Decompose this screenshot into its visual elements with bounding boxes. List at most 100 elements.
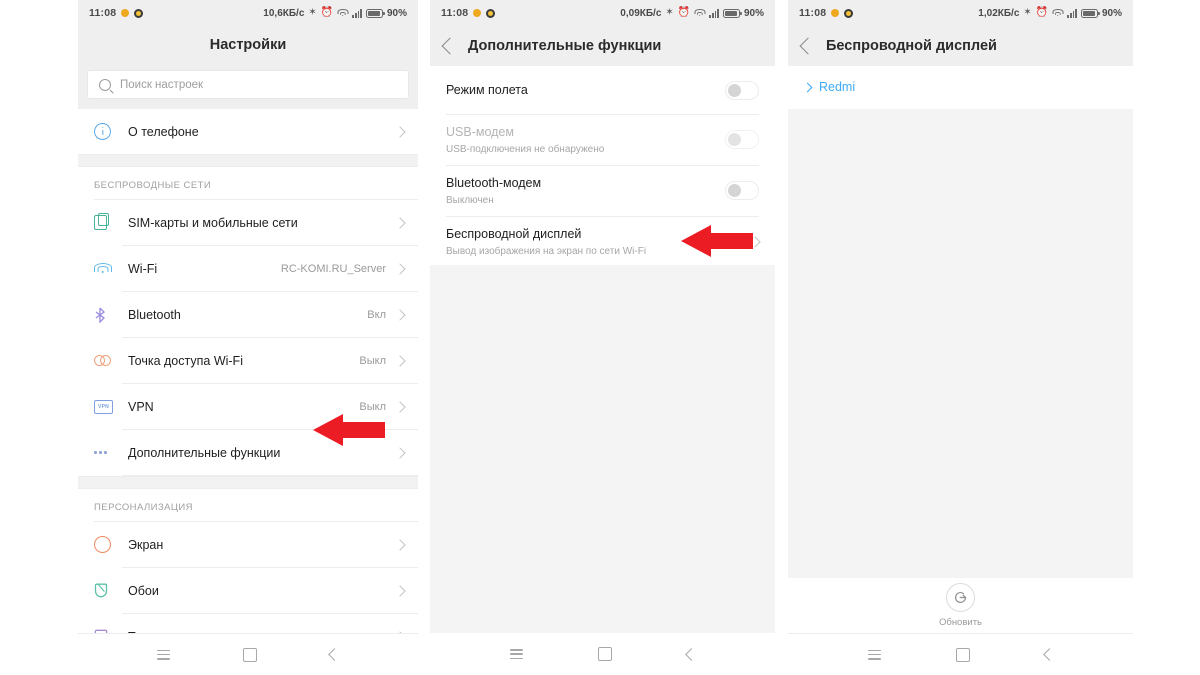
signal-status-icon (1067, 8, 1077, 18)
battery-icon (365, 8, 385, 18)
sidebar-item-display[interactable]: Экран (78, 522, 418, 567)
sidebar-item-bluetooth[interactable]: Bluetooth Вкл (78, 292, 418, 337)
wifi-status-icon (694, 8, 706, 18)
status-bar-left: 11:08 (441, 7, 496, 19)
network-speed: 10,6КБ/c (263, 7, 305, 19)
display-icon (94, 536, 122, 553)
search-placeholder: Поиск настроек (120, 78, 204, 91)
status-bar-panel1: 11:08 10,6КБ/c ✶ ⏰ 90% (78, 0, 418, 26)
search-icon (99, 78, 111, 91)
home-icon[interactable] (242, 647, 257, 662)
device-name: Redmi (819, 80, 856, 94)
empty-area (430, 265, 775, 633)
sidebar-item-label: Точка доступа Wi-Fi (128, 353, 243, 368)
section-header-wireless: БЕСПРОВОДНЫЕ СЕТИ (78, 167, 418, 199)
chevron-right-icon (394, 538, 406, 551)
bluetooth-status-icon: ✶ (1023, 7, 1032, 18)
airplane-mode-toggle[interactable] (725, 80, 759, 100)
bluetooth-status-icon: ✶ (308, 7, 317, 18)
battery-icon (722, 8, 742, 18)
back-icon[interactable] (684, 647, 698, 661)
back-arrow-icon[interactable] (799, 37, 817, 55)
annotation-arrow-additional-functions (313, 414, 385, 446)
sidebar-item-sim-cards[interactable]: SIM-карты и мобильные сети (78, 200, 418, 245)
row-text: USB-модем USB-подключения не обнаружено (446, 124, 725, 156)
navigation-bar-panel2 (430, 633, 775, 675)
phone-screen-additional-functions: 11:08 0,09КБ/c ✶ ⏰ 90% Дополнительные фу… (430, 0, 775, 675)
sidebar-item-label: Дополнительные функции (128, 445, 281, 460)
chevron-right-icon (394, 584, 406, 597)
panel3-titlebar: Беспроводной дисплей (788, 26, 1133, 66)
status-bar-panel2: 11:08 0,09КБ/c ✶ ⏰ 90% (430, 0, 775, 26)
row-airplane-mode[interactable]: Режим полета (430, 66, 775, 114)
back-icon[interactable] (1042, 648, 1056, 661)
navigation-bar-panel3 (788, 633, 1133, 675)
sidebar-item-label: VPN (128, 399, 154, 414)
battery-percent: 90% (1101, 7, 1122, 19)
chevron-right-icon (394, 446, 406, 459)
page-title: Настройки (209, 37, 287, 53)
wallpaper-icon (94, 583, 122, 598)
refresh-button[interactable]: Обновить (788, 578, 1133, 633)
phone-screen-wireless-display: 11:08 1,02КБ/c ✶ ⏰ 90% Беспроводной дисп… (788, 0, 1133, 675)
sidebar-item-value: Выкл (359, 400, 386, 413)
sidebar-item-label: О телефоне (128, 124, 199, 139)
back-arrow-icon[interactable] (441, 37, 459, 55)
alarm-status-icon: ⏰ (320, 7, 334, 18)
row-subtitle: Выключен (446, 194, 494, 206)
screenshot-stage: 11:08 10,6КБ/c ✶ ⏰ 90% Настройки Поиск н… (0, 0, 1200, 675)
hotspot-icon (94, 355, 122, 366)
back-icon[interactable] (328, 648, 342, 661)
sidebar-item-wallpaper[interactable]: Обои (78, 568, 418, 613)
panel2-titlebar: Дополнительные функции (430, 26, 775, 66)
search-input[interactable]: Поиск настроек (87, 70, 409, 99)
sidebar-item-value: Выкл (359, 354, 386, 367)
notification-icon-orange (121, 9, 130, 17)
row-usb-tethering: USB-модем USB-подключения не обнаружено (430, 115, 775, 165)
chevron-right-icon (394, 262, 406, 275)
refresh-icon (946, 583, 975, 612)
notification-icon-dark (134, 8, 144, 18)
sidebar-item-label: SIM-карты и мобильные сети (128, 215, 298, 230)
section-header-personalization: ПЕРСОНАЛИЗАЦИЯ (78, 489, 418, 521)
wifi-status-icon (1052, 8, 1064, 18)
chevron-right-icon (802, 82, 813, 92)
battery-percent: 90% (743, 7, 764, 19)
notification-icon-dark (486, 8, 496, 18)
menu-icon[interactable] (156, 649, 170, 660)
chevron-right-icon (394, 125, 406, 138)
status-bar-panel3: 11:08 1,02КБ/c ✶ ⏰ 90% (788, 0, 1133, 26)
notification-icon-dark (844, 8, 854, 18)
status-bar-left: 11:08 (89, 7, 144, 19)
device-entry-redmi[interactable]: Redmi (788, 66, 1133, 107)
sidebar-item-about-phone[interactable]: О телефоне (78, 109, 418, 154)
menu-icon[interactable] (509, 649, 523, 659)
status-bar-right: 1,02КБ/c ✶ ⏰ 90% (978, 8, 1122, 19)
signal-status-icon (352, 8, 362, 18)
alarm-status-icon: ⏰ (1035, 7, 1049, 18)
chevron-right-icon (394, 354, 406, 367)
network-speed: 1,02КБ/c (978, 7, 1020, 19)
phone-screen-settings: 11:08 10,6КБ/c ✶ ⏰ 90% Настройки Поиск н… (78, 0, 418, 675)
row-bluetooth-tethering[interactable]: Bluetooth-модем Выключен (430, 166, 775, 216)
sidebar-item-hotspot[interactable]: Точка доступа Wi-Fi Выкл (78, 338, 418, 383)
chevron-right-icon (394, 308, 406, 321)
status-time: 11:08 (441, 7, 469, 19)
panel1-titlebar: Настройки (78, 26, 418, 64)
bluetooth-tethering-toggle[interactable] (725, 181, 759, 201)
status-bar-left: 11:08 (799, 7, 854, 19)
page-title: Дополнительные функции (468, 38, 662, 54)
battery-percent: 90% (386, 7, 407, 19)
home-icon[interactable] (955, 647, 970, 662)
menu-icon[interactable] (867, 649, 881, 660)
sidebar-item-wifi[interactable]: Wi-Fi RC-KOMI.RU_Server (78, 246, 418, 291)
annotation-arrow-wireless-display (681, 225, 753, 257)
bluetooth-status-icon: ✶ (665, 7, 674, 18)
settings-list: О телефоне БЕСПРОВОДНЫЕ СЕТИ SIM-карты и… (78, 109, 418, 660)
notification-icon-orange (473, 9, 482, 17)
sidebar-item-value: Вкл (367, 308, 386, 321)
status-time: 11:08 (799, 7, 827, 19)
more-dots-icon (94, 451, 122, 454)
section-divider (78, 476, 418, 489)
home-icon[interactable] (597, 647, 612, 661)
